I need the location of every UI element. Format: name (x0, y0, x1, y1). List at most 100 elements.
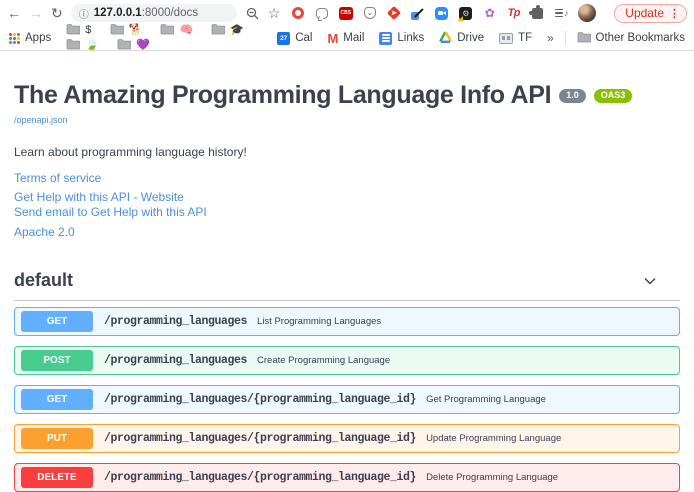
endpoint-path: /programming_languages/{programming_lang… (104, 471, 416, 484)
endpoint-summary: List Programming Languages (257, 316, 381, 327)
endpoint-summary: Get Programming Language (426, 394, 546, 405)
bookmark-folder[interactable]: 🍃 (66, 38, 99, 53)
section-title: default (14, 270, 73, 291)
bookmark-label: Apps (25, 32, 51, 44)
dark-gear-extension-icon[interactable]: ⚙ (458, 6, 473, 21)
extension-row: CBS ⌄ ➤ ⚙ ✿ Tp ♪ (290, 4, 596, 22)
back-icon[interactable]: ← (7, 6, 21, 20)
bookmark-label: Links (397, 32, 424, 44)
api-title-row: The Amazing Programming Language Info AP… (14, 81, 680, 110)
bookmark-label: 🧠 (179, 25, 193, 36)
bookmark-folder[interactable]: 🐕 (110, 23, 143, 38)
profile-avatar[interactable] (578, 4, 596, 22)
endpoint-row[interactable]: GET /programming_languages List Programm… (14, 307, 680, 336)
endpoint-path: /programming_languages (104, 315, 247, 328)
bookmarks-divider (565, 31, 566, 45)
update-label: Update (625, 6, 664, 20)
bookmark-tf[interactable]: TF (499, 32, 532, 44)
page-title: The Amazing Programming Language Info AP… (14, 81, 551, 110)
url-path: :8000/docs (142, 7, 198, 19)
browser-menu-icon[interactable]: ⋮ (669, 7, 680, 20)
folder-icon (117, 38, 131, 53)
oas3-badge: OAS3 (594, 89, 633, 103)
extensions-puzzle-icon[interactable] (530, 6, 545, 21)
pocket-extension-icon[interactable]: ⌄ (362, 6, 377, 21)
endpoint-row[interactable]: DELETE /programming_languages/{programmi… (14, 463, 680, 492)
chrome-update-button[interactable]: Update ⋮ (614, 4, 687, 23)
endpoint-row[interactable]: GET /programming_languages/{programming_… (14, 385, 680, 414)
folder-icon (160, 23, 174, 38)
bookmark-star-icon[interactable]: ☆ (268, 6, 281, 20)
endpoint-path: /programming_languages (104, 354, 247, 367)
bookmark-label: Drive (457, 32, 484, 44)
endpoint-summary: Update Programming Language (426, 433, 561, 444)
bookmark-apps[interactable]: Apps (9, 32, 51, 44)
forward-icon[interactable]: → (29, 6, 43, 20)
apps-grid-icon (9, 33, 20, 44)
diigo-extension-icon[interactable]: ➤ (386, 6, 401, 21)
bookmark-folder[interactable]: $ (66, 23, 91, 38)
version-badge: 1.0 (559, 89, 586, 103)
bookmark-folder[interactable]: 🎓 (211, 23, 244, 38)
chat-bubble-extension-icon[interactable] (314, 6, 329, 21)
bookmark-label: 🎓 (230, 25, 244, 36)
url-host: 127.0.0.1 (94, 7, 142, 19)
folder-icon (577, 31, 591, 46)
bookmark-folder[interactable]: 🧠 (160, 23, 193, 38)
method-button[interactable]: GET (21, 389, 93, 410)
openapi-spec-link[interactable]: /openapi.json (14, 115, 68, 125)
endpoint-summary: Create Programming Language (257, 355, 390, 366)
tp-extension-icon[interactable]: Tp (506, 6, 521, 21)
section-header-default[interactable]: default (14, 270, 680, 301)
method-button[interactable]: GET (21, 311, 93, 332)
bookmarks-overflow-chevron[interactable]: » (547, 31, 554, 45)
folder-icon (66, 23, 80, 38)
bookmark-mail[interactable]: M Mail (327, 32, 364, 45)
api-description: Learn about programming language history… (14, 145, 680, 159)
help-website-link[interactable]: Get Help with this API - Website (14, 190, 680, 204)
folder-icon (110, 23, 124, 38)
red-ring-extension-icon[interactable] (290, 6, 305, 21)
bookmark-links[interactable]: Links (379, 32, 424, 45)
highlighter-extension-icon[interactable] (410, 6, 425, 21)
url-text: 127.0.0.1:8000/docs (94, 7, 198, 19)
bookmark-folder[interactable]: 💜 (117, 38, 150, 53)
bookmarks-bar: Apps $ 🐕 🧠 🎓 🍃 💜 (0, 26, 694, 51)
bookmark-label: 🍃 (85, 40, 99, 51)
bookmark-label: Mail (343, 32, 364, 44)
bookmark-label: 🐕 (129, 25, 143, 36)
method-button[interactable]: POST (21, 350, 93, 371)
license-link[interactable]: Apache 2.0 (14, 225, 680, 239)
drive-icon (439, 31, 452, 46)
endpoint-path: /programming_languages/{programming_lang… (104, 393, 416, 406)
address-bar[interactable]: ⓘ 127.0.0.1:8000/docs (71, 4, 237, 22)
terms-of-service-link[interactable]: Terms of service (14, 171, 680, 185)
help-email-link[interactable]: Send email to Get Help with this API (14, 205, 680, 219)
other-bookmarks[interactable]: Other Bookmarks (577, 31, 685, 46)
endpoint-row[interactable]: PUT /programming_languages/{programming_… (14, 424, 680, 453)
page-info-icon[interactable]: ⓘ (79, 6, 89, 21)
flower-extension-icon[interactable]: ✿ (482, 6, 497, 21)
bookmark-label: 💜 (136, 40, 150, 51)
calendar-icon: 27 (277, 32, 290, 45)
endpoint-summary: Delete Programming Language (426, 472, 558, 483)
bookmark-calendar[interactable]: 27 Cal (277, 32, 312, 45)
tf-icon (499, 33, 513, 44)
gmail-icon: M (327, 32, 338, 45)
method-button[interactable]: PUT (21, 428, 93, 449)
links-icon (379, 32, 392, 45)
bookmark-drive[interactable]: Drive (439, 31, 484, 46)
playlist-extension-icon[interactable]: ♪ (554, 6, 569, 21)
endpoint-path: /programming_languages/{programming_lang… (104, 432, 416, 445)
bookmark-label: Other Bookmarks (596, 32, 685, 44)
chevron-down-icon[interactable] (642, 273, 658, 289)
zoom-extension-icon[interactable] (434, 6, 449, 21)
folder-icon (66, 38, 80, 53)
reload-icon[interactable]: ↻ (51, 6, 63, 20)
endpoint-row[interactable]: POST /programming_languages Create Progr… (14, 346, 680, 375)
endpoint-list: GET /programming_languages List Programm… (14, 307, 680, 492)
bookmark-label: TF (518, 32, 532, 44)
zoom-out-icon[interactable] (245, 6, 260, 21)
bookmark-label: $ (85, 25, 91, 36)
cbs-extension-icon[interactable]: CBS (338, 6, 353, 21)
